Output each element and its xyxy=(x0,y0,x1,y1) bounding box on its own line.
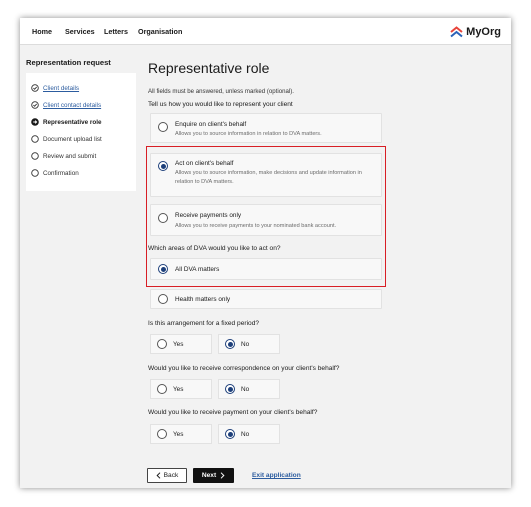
option-label: No xyxy=(241,431,250,438)
empty-circle-icon xyxy=(31,152,39,160)
option-label: Yes xyxy=(173,341,184,348)
sidebar-item-document-upload-list: Document upload list xyxy=(31,133,102,145)
sidebar-item-label: Confirmation xyxy=(43,169,79,177)
page-title: Representative role xyxy=(148,60,270,76)
option-label: All DVA matters xyxy=(175,266,220,273)
option-label: Act on client's behalf xyxy=(175,160,234,167)
radio-enquire[interactable] xyxy=(158,122,168,132)
logo-chevron-icon xyxy=(450,25,463,37)
sidebar-item-label[interactable]: Client details xyxy=(43,85,79,92)
sidebar-item-label: Review and submit xyxy=(43,152,97,160)
payment-no[interactable]: No xyxy=(218,424,280,444)
radio-correspondence-no-selected[interactable] xyxy=(225,384,235,394)
question-payment: Would you like to receive payment on you… xyxy=(148,409,318,416)
option-description: Allows you to source information, make d… xyxy=(175,170,362,185)
fixed-period-yes[interactable]: Yes xyxy=(150,334,212,354)
sidebar-item-client-contact-details[interactable]: Client contact details xyxy=(31,99,101,111)
question-correspondence: Would you like to receive correspondence… xyxy=(148,365,340,372)
option-label: Health matters only xyxy=(175,296,231,303)
nav-services[interactable]: Services xyxy=(65,27,95,36)
option-label: No xyxy=(241,341,250,348)
option-description: Allows you to receive payments to your n… xyxy=(175,223,337,229)
option-health-matters-only[interactable]: Health matters only xyxy=(150,289,382,309)
option-act-on-behalf[interactable]: Act on client's behalf Allows you to sou… xyxy=(150,153,382,197)
payment-yes[interactable]: Yes xyxy=(150,424,212,444)
radio-act-selected[interactable] xyxy=(158,161,168,171)
radio-health-matters[interactable] xyxy=(158,294,168,304)
back-button[interactable]: Back xyxy=(147,468,187,483)
correspondence-no[interactable]: No xyxy=(218,379,280,399)
sidebar-item-review-and-submit: Review and submit xyxy=(31,150,96,162)
sidebar-item-client-details[interactable]: Client details xyxy=(31,82,79,94)
next-button-label: Next xyxy=(201,472,217,479)
required-fields-hint: All fields must be answered, unless mark… xyxy=(148,88,294,95)
logo-text: MyOrg xyxy=(466,25,501,38)
radio-fixed-no-selected[interactable] xyxy=(225,339,235,349)
check-circle-icon xyxy=(31,84,39,92)
exit-application-link[interactable]: Exit application xyxy=(252,472,301,479)
option-enquire-on-behalf[interactable]: Enquire on client's behalf Allows you to… xyxy=(150,113,382,143)
radio-payment-no-selected[interactable] xyxy=(225,429,235,439)
option-label: No xyxy=(241,386,250,393)
chevron-right-icon xyxy=(220,472,225,479)
option-label: Yes xyxy=(173,386,184,393)
brand-logo[interactable]: MyOrg xyxy=(450,24,501,39)
nav-letters[interactable]: Letters xyxy=(104,27,128,36)
option-description: Allows you to source information in rela… xyxy=(175,131,322,137)
app-window: Home Services Letters Organisation MyOrg… xyxy=(20,18,511,488)
radio-fixed-yes[interactable] xyxy=(157,339,167,349)
nav-home[interactable]: Home xyxy=(32,27,52,36)
top-navigation-bar: Home Services Letters Organisation MyOrg xyxy=(20,18,511,45)
chevron-left-icon xyxy=(156,472,161,479)
option-receive-payments-only[interactable]: Receive payments only Allows you to rece… xyxy=(150,204,382,236)
nav-organisation[interactable]: Organisation xyxy=(138,27,182,36)
sidebar-item-label: Representative role xyxy=(43,118,102,126)
option-label: Receive payments only xyxy=(175,212,242,219)
progress-sidebar: Client details Client contact details Re… xyxy=(26,73,136,191)
sidebar-item-representative-role[interactable]: Representative role xyxy=(31,116,101,128)
correspondence-yes[interactable]: Yes xyxy=(150,379,212,399)
question-represent-client: Tell us how you would like to represent … xyxy=(148,101,293,108)
option-all-dva-matters[interactable]: All DVA matters xyxy=(150,258,382,280)
empty-circle-icon xyxy=(31,169,39,177)
radio-all-dva-selected[interactable] xyxy=(158,264,168,274)
sidebar-item-label: Document upload list xyxy=(43,135,102,143)
sidebar-item-confirmation: Confirmation xyxy=(31,167,79,179)
radio-payment-yes[interactable] xyxy=(157,429,167,439)
radio-correspondence-yes[interactable] xyxy=(157,384,167,394)
back-button-label: Back xyxy=(163,472,179,479)
sidebar-title: Representation request xyxy=(26,58,111,67)
radio-receive-payments[interactable] xyxy=(158,213,168,223)
question-dva-areas: Which areas of DVA would you like to act… xyxy=(148,245,281,252)
next-button[interactable]: Next xyxy=(193,468,234,483)
question-fixed-period: Is this arrangement for a fixed period? xyxy=(148,320,260,327)
check-circle-icon xyxy=(31,101,39,109)
arrow-circle-icon xyxy=(31,118,39,126)
option-label: Enquire on client's behalf xyxy=(175,121,247,128)
option-label: Yes xyxy=(173,431,184,438)
empty-circle-icon xyxy=(31,135,39,143)
sidebar-item-label[interactable]: Client contact details xyxy=(43,102,101,109)
fixed-period-no[interactable]: No xyxy=(218,334,280,354)
